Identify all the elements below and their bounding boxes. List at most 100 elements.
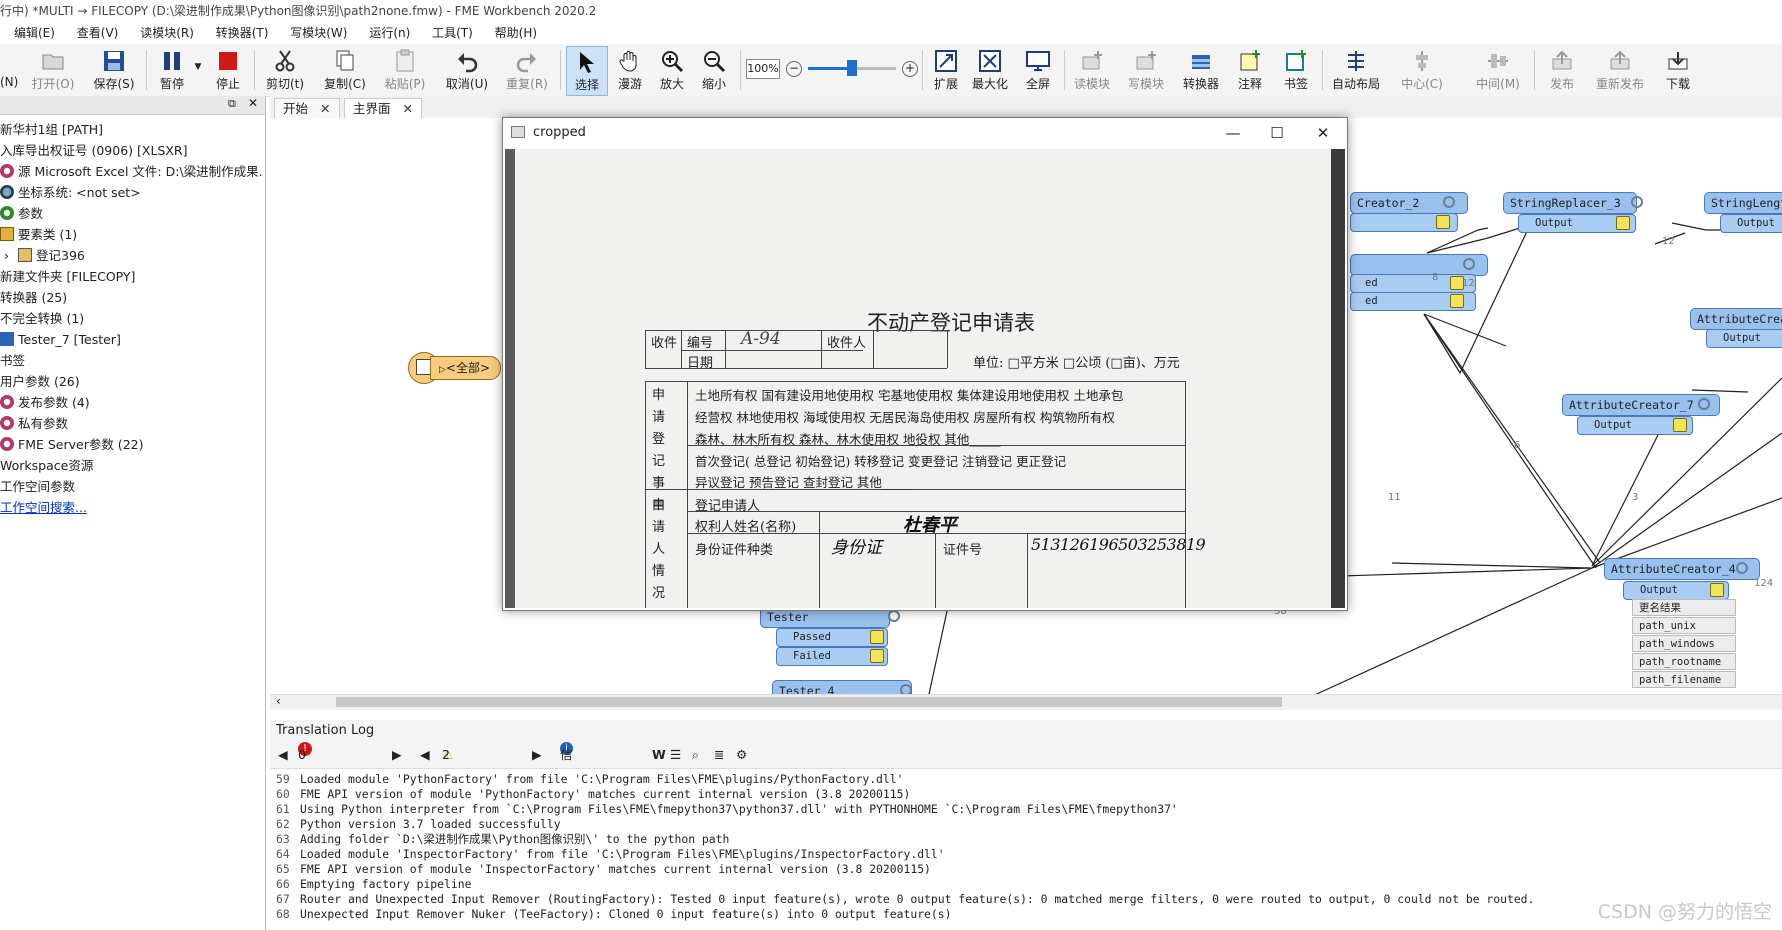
- workspace-search-link[interactable]: 工作空间搜索...: [0, 498, 262, 518]
- zoom-value-field[interactable]: 100%: [746, 59, 780, 79]
- bookmark-label[interactable]: ▷<全部>: [430, 356, 502, 380]
- inspector-icon[interactable]: [870, 630, 884, 644]
- nav-item-source[interactable]: 源 Microsoft Excel 文件: D:\梁进制作成果...: [0, 162, 262, 182]
- nav-item-feature-types[interactable]: 要素类 (1): [0, 225, 262, 245]
- menu-view[interactable]: 查看(V): [77, 22, 119, 44]
- nav-item-filecopy-writer[interactable]: 新建文件夹 [FILECOPY]: [0, 267, 262, 287]
- gear-icon[interactable]: [1443, 196, 1455, 208]
- republish-button[interactable]: 重新发布: [1590, 46, 1650, 94]
- nav-item-transformers[interactable]: 转换器 (25): [0, 288, 262, 308]
- inspector-icon[interactable]: [1450, 294, 1464, 308]
- gear-icon[interactable]: [1736, 562, 1748, 574]
- bookmark-button[interactable]: 书签: [1276, 46, 1316, 94]
- cut-button[interactable]: 剪切(t): [260, 46, 310, 94]
- fullscreen-button[interactable]: 全屏: [1018, 46, 1058, 94]
- center-button[interactable]: 中心(C): [1394, 46, 1450, 94]
- transformer-attributecrea[interactable]: AttributeCrea: [1690, 308, 1782, 330]
- cropped-image-window[interactable]: cropped — ☐ ✕ 不动产登记申请表 收件 编号 A-94 收件人 日期…: [502, 117, 1348, 611]
- zoom-minus-icon[interactable]: −: [786, 61, 802, 77]
- nav-item-workspace-resources[interactable]: Workspace资源: [0, 456, 262, 476]
- close-button[interactable]: ✕: [1301, 118, 1345, 148]
- arrow-right-icon[interactable]: ▶: [532, 742, 542, 768]
- inspector-icon[interactable]: [1673, 418, 1687, 432]
- transformer-stringreplacer3[interactable]: StringReplacer_3: [1503, 192, 1637, 214]
- tab-start[interactable]: 开始 ✕: [274, 98, 340, 118]
- nav-item-workspace-params[interactable]: 工作空间参数: [0, 477, 262, 497]
- chevron-left-icon[interactable]: ‹: [276, 694, 281, 708]
- close-icon[interactable]: ✕: [248, 96, 258, 110]
- filter-icon[interactable]: ≣: [714, 742, 724, 768]
- transformer-button[interactable]: 转换器: [1176, 46, 1226, 94]
- nav-item-feature-396[interactable]: › 登记396: [0, 246, 266, 266]
- zoom-out-button[interactable]: 缩小: [694, 46, 734, 94]
- nav-item-incomplete[interactable]: 不完全转换 (1): [0, 309, 262, 329]
- tab-main[interactable]: 主界面 ✕: [344, 98, 422, 118]
- pause-button[interactable]: 暂停: [152, 46, 192, 94]
- nav-item-params[interactable]: 参数: [0, 204, 262, 224]
- menu-edit[interactable]: 编辑(E): [14, 22, 55, 44]
- inspector-icon[interactable]: [1436, 215, 1450, 229]
- log-text-area[interactable]: 59 Loaded module 'PythonFactory' from fil…: [270, 770, 1782, 930]
- autolayout-button[interactable]: 自动布局: [1328, 46, 1384, 94]
- nav-item-private-params[interactable]: 私有参数: [0, 414, 262, 434]
- copy-button[interactable]: 复制(C): [320, 46, 370, 94]
- write-module-button[interactable]: 写模块: [1122, 46, 1170, 94]
- close-icon[interactable]: ✕: [403, 101, 413, 116]
- paste-button[interactable]: 粘贴(P): [380, 46, 430, 94]
- transformer-stringlength[interactable]: StringLength: [1704, 192, 1782, 214]
- nav-item-tester7[interactable]: Tester_7 [Tester]: [0, 330, 262, 350]
- transformer-attributecreator7[interactable]: AttributeCreator_7: [1562, 394, 1720, 416]
- menu-writers[interactable]: 写模块(W): [290, 22, 347, 44]
- gear-icon[interactable]: [1698, 398, 1710, 410]
- gear-icon[interactable]: [1463, 258, 1475, 270]
- find-icon[interactable]: ⌕: [692, 742, 699, 768]
- close-icon[interactable]: ✕: [320, 101, 330, 116]
- download-button[interactable]: 下载: [1656, 46, 1700, 94]
- publish-button[interactable]: 发布: [1540, 46, 1584, 94]
- nav-item-coordsys[interactable]: 坐标系统: <not set>: [0, 183, 262, 203]
- menu-transformers[interactable]: 转换器(T): [216, 22, 269, 44]
- inspector-icon[interactable]: [870, 649, 884, 663]
- arrow-left-icon[interactable]: ◀: [278, 742, 288, 768]
- port-output[interactable]: Output: [1720, 214, 1782, 233]
- inspector-icon[interactable]: [1616, 216, 1630, 230]
- zoom-plus-icon[interactable]: +: [902, 61, 918, 77]
- float-icon[interactable]: ⧉: [228, 97, 236, 111]
- scrollbar-thumb[interactable]: [336, 697, 1282, 707]
- undo-button[interactable]: 取消(U): [442, 46, 492, 94]
- maximize-button[interactable]: 最大化: [968, 46, 1012, 94]
- menu-help[interactable]: 帮助(H): [495, 22, 537, 44]
- gear-icon[interactable]: [888, 610, 900, 622]
- nav-item-server-params[interactable]: FME Server参数 (22): [0, 435, 262, 455]
- extend-button[interactable]: 扩展: [926, 46, 966, 94]
- middle-button[interactable]: 中间(M): [1470, 46, 1526, 94]
- menu-tools[interactable]: 工具(T): [432, 22, 473, 44]
- gear-icon[interactable]: [1631, 196, 1643, 208]
- wrap-icon[interactable]: W: [652, 742, 666, 768]
- nav-item-path-reader[interactable]: 新华村1组 [PATH]: [0, 120, 262, 140]
- arrow-left-icon[interactable]: ◀: [420, 742, 430, 768]
- new-button[interactable]: (N): [0, 46, 18, 94]
- select-tool[interactable]: 选择: [566, 46, 608, 96]
- list-icon[interactable]: ☰: [670, 742, 681, 768]
- inspector-icon[interactable]: [1710, 583, 1724, 597]
- menu-run[interactable]: 运行(n): [369, 22, 410, 44]
- redo-button[interactable]: 重复(R): [502, 46, 552, 94]
- open-button[interactable]: 打开(O): [28, 46, 78, 94]
- minimize-button[interactable]: —: [1211, 118, 1255, 148]
- read-module-button[interactable]: 读模块: [1068, 46, 1116, 94]
- nav-item-user-params[interactable]: 用户参数 (26): [0, 372, 262, 392]
- nav-item-bookmarks[interactable]: 书签: [0, 351, 262, 371]
- port-output[interactable]: Output: [1706, 329, 1782, 348]
- nav-item-published-params[interactable]: 发布参数 (4): [0, 393, 262, 413]
- chevron-right-icon[interactable]: ›: [4, 246, 18, 266]
- zoom-slider-thumb[interactable]: [847, 60, 857, 76]
- nav-item-xlsx-reader[interactable]: 入库导出权证号 (0906) [XLSXR]: [0, 141, 262, 161]
- maximize-button[interactable]: ☐: [1255, 118, 1299, 148]
- annotation-button[interactable]: 注释: [1230, 46, 1270, 94]
- window-titlebar[interactable]: cropped — ☐ ✕: [503, 118, 1347, 148]
- menu-readers[interactable]: 读模块(R): [140, 22, 194, 44]
- zoom-in-button[interactable]: 放大: [652, 46, 692, 94]
- gear-icon[interactable]: ⚙: [736, 742, 747, 768]
- arrow-right-icon[interactable]: ▶: [392, 742, 402, 768]
